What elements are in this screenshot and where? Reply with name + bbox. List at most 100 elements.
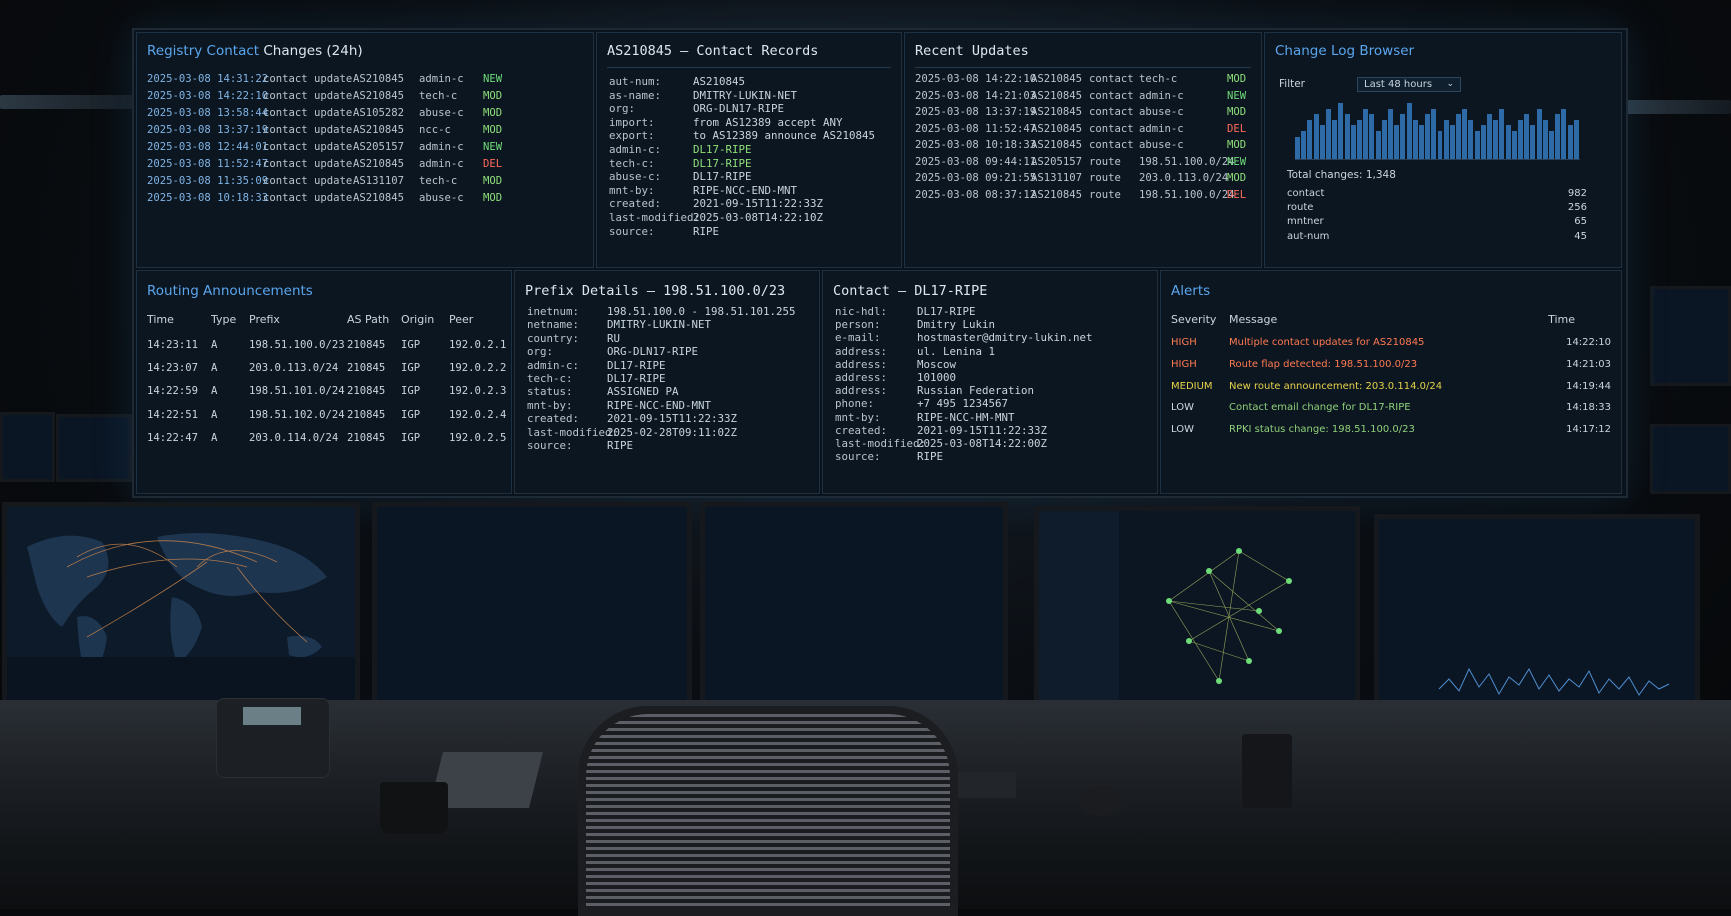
- histogram-bar: [1443, 119, 1449, 159]
- alert-time: 14:21:03: [1566, 358, 1611, 370]
- table-row[interactable]: 2025-03-08 14:22:10 AS210845 contact tech-c…: [915, 73, 1251, 89]
- change-action: contact update: [263, 141, 353, 153]
- table-row[interactable]: 2025-03-08 11:35:09 contact update AS13110…: [147, 175, 583, 191]
- table-row[interactable]: 2025-03-08 11:52:47 AS210845 contact admin-…: [915, 123, 1251, 139]
- field-value: Dmitry Lukin: [917, 318, 996, 332]
- change-handle: abuse-c: [419, 107, 464, 119]
- change-action: contact update: [263, 192, 353, 204]
- histogram-bar: [1307, 119, 1313, 159]
- record-field: tech-c: DL17-RIPE: [609, 157, 899, 171]
- routing-title: Routing Announcements: [147, 283, 313, 299]
- background-monitor-left-2: [56, 414, 132, 482]
- filter-select[interactable]: Last 48 hours ⌄: [1357, 77, 1461, 92]
- table-row[interactable]: 2025-03-08 14:31:22 contact update AS21084…: [147, 73, 583, 89]
- status-badge: MOD: [483, 124, 503, 136]
- update-type: contact: [1089, 122, 1134, 135]
- field-value: +7 495 1234567: [917, 397, 1009, 411]
- histogram-bar: [1387, 108, 1393, 159]
- change-handle: abuse-c: [419, 192, 464, 204]
- histogram-bar: [1499, 108, 1505, 159]
- table-row[interactable]: 2025-03-08 11:52:47 contact update AS21084…: [147, 158, 583, 174]
- change-log-title: Change Log Browser: [1275, 43, 1415, 59]
- record-field: last-modified: 2025-03-08T14:22:10Z: [609, 211, 899, 225]
- table-row[interactable]: 14:23:11 A 198.51.100.0/23 210845 IGP 192.0.2…: [137, 339, 506, 355]
- breakdown-value: 256: [1567, 202, 1587, 214]
- table-row[interactable]: 2025-03-08 14:21:03 AS210845 contact admin-…: [915, 90, 1251, 106]
- table-row[interactable]: 2025-03-08 13:58:44 contact update AS10528…: [147, 107, 583, 123]
- record-field: mnt-by: RIPE-NCC-HM-MNT: [835, 411, 1155, 425]
- route-prefix: 198.51.102.0/24: [249, 408, 345, 421]
- field-value: ORG-DLN17-RIPE: [693, 102, 785, 116]
- histogram-bar: [1573, 119, 1579, 159]
- alert-message: RPKI status change: 198.51.100.0/23: [1229, 424, 1415, 436]
- histogram-bar: [1487, 114, 1493, 159]
- change-asn: AS210845: [353, 124, 405, 136]
- record-field: import: from AS12389 accept ANY: [609, 116, 899, 130]
- status-badge: NEW: [1227, 89, 1247, 102]
- route-origin: IGP: [401, 431, 421, 444]
- histogram-bar: [1561, 108, 1567, 159]
- routing-announcements-panel: Routing Announcements Time Type Prefix AS P…: [136, 270, 512, 494]
- field-value: DL17-RIPE: [693, 143, 752, 156]
- histogram-bar: [1549, 131, 1554, 159]
- record-field: last-modified: 2025-03-08T14:22:00Z: [835, 437, 1155, 451]
- table-row[interactable]: 2025-03-08 14:22:10 contact update AS21084…: [147, 90, 583, 106]
- total-changes: Total changes: 1,348: [1287, 169, 1396, 181]
- alert-row[interactable]: MEDIUM New route announcement: 203.0.114.…: [1161, 381, 1621, 397]
- histogram-bar: [1493, 119, 1499, 159]
- alert-row[interactable]: HIGH Multiple contact updates for AS21084…: [1161, 337, 1621, 353]
- field-value: to AS12389 announce AS210845: [693, 129, 876, 143]
- change-log-browser-panel: Change Log Browser Filter Last 48 hours ⌄…: [1264, 32, 1622, 268]
- field-value: AS210845: [693, 75, 746, 88]
- update-object: admin-c: [1139, 122, 1184, 135]
- table-row[interactable]: 2025-03-08 08:37:12 AS210845 route 198.51.1…: [915, 189, 1251, 205]
- table-row[interactable]: 2025-03-08 09:21:55 AS131107 route 203.0.11…: [915, 172, 1251, 188]
- field-key: address:: [835, 344, 888, 358]
- table-row[interactable]: 2025-03-08 09:44:11 AS205157 route 198.51.1…: [915, 156, 1251, 172]
- table-row[interactable]: 2025-03-08 10:18:33 AS210845 contact abuse-…: [915, 139, 1251, 155]
- route-as-path: 210845: [347, 339, 386, 351]
- alert-message: New route announcement: 203.0.114.0/24: [1229, 380, 1443, 392]
- table-row[interactable]: 14:22:59 A 198.51.101.0/24 210845 IGP 192.0.2…: [137, 385, 506, 401]
- filter-label: Filter: [1279, 78, 1306, 90]
- update-object: abuse-c: [1139, 139, 1184, 151]
- table-row[interactable]: 14:23:07 A 203.0.113.0/24 210845 IGP 192.0.2.…: [137, 362, 506, 378]
- table-row[interactable]: 2025-03-08 12:44:01 contact update AS20515…: [147, 141, 583, 157]
- route-peer: 192.0.2.1: [449, 339, 507, 351]
- table-row[interactable]: 2025-03-08 13:37:19 contact update AS21084…: [147, 124, 583, 140]
- field-value: RIPE: [607, 439, 634, 452]
- breakdown-value: 45: [1574, 230, 1587, 242]
- alert-row[interactable]: HIGH Route flap detected: 198.51.100.0/23…: [1161, 359, 1621, 375]
- breakdown-value: 65: [1574, 216, 1587, 228]
- field-value: RIPE-NCC-END-MNT: [693, 183, 798, 197]
- table-row[interactable]: 2025-03-08 10:18:33 contact update AS21084…: [147, 192, 583, 208]
- field-key: nic-hdl:: [835, 305, 888, 318]
- histogram-bar: [1468, 119, 1474, 159]
- route-time: 14:22:51: [147, 408, 199, 421]
- table-row[interactable]: 14:22:47 A 203.0.114.0/24 210845 IGP 192.0.2.…: [137, 431, 506, 448]
- record-field: admin-c: DL17-RIPE: [609, 143, 899, 157]
- histogram-bar: [1456, 114, 1462, 159]
- table-row[interactable]: 14:22:51 A 198.51.102.0/24 210845 IGP 192.0.2…: [137, 408, 506, 425]
- update-object: admin-c: [1139, 89, 1184, 102]
- change-time: 2025-03-08 11:35:09: [147, 175, 269, 187]
- record-field: status: ASSIGNED PA: [527, 385, 819, 399]
- alert-row[interactable]: LOW RPKI status change: 198.51.100.0/23 14…: [1161, 424, 1621, 440]
- route-as-path: 210845: [347, 385, 386, 398]
- route-peer: 192.0.2.4: [449, 408, 507, 421]
- route-prefix: 198.51.101.0/24: [249, 385, 345, 398]
- world-map-graphic: [7, 507, 355, 703]
- table-row[interactable]: 2025-03-08 13:37:19 AS210845 contact abuse-…: [915, 106, 1251, 122]
- field-key: mnt-by:: [835, 410, 881, 424]
- contact-records-title: AS210845 – Contact Records: [607, 43, 819, 59]
- alert-row[interactable]: LOW Contact email change for DL17-RIPE 14:…: [1161, 402, 1621, 418]
- status-badge: MOD: [1227, 73, 1247, 85]
- histogram-bar: [1418, 125, 1424, 159]
- column-header: Peer: [449, 313, 474, 326]
- status-badge: NEW: [483, 73, 503, 85]
- breakdown-label: aut-num: [1287, 230, 1330, 242]
- record-field: org: ORG-DLN17-RIPE: [527, 345, 819, 359]
- record-field: mnt-by: RIPE-NCC-END-MNT: [609, 184, 899, 198]
- field-value: Russian Federation: [917, 384, 1035, 398]
- update-object: 203.0.113.0/24: [1139, 172, 1229, 184]
